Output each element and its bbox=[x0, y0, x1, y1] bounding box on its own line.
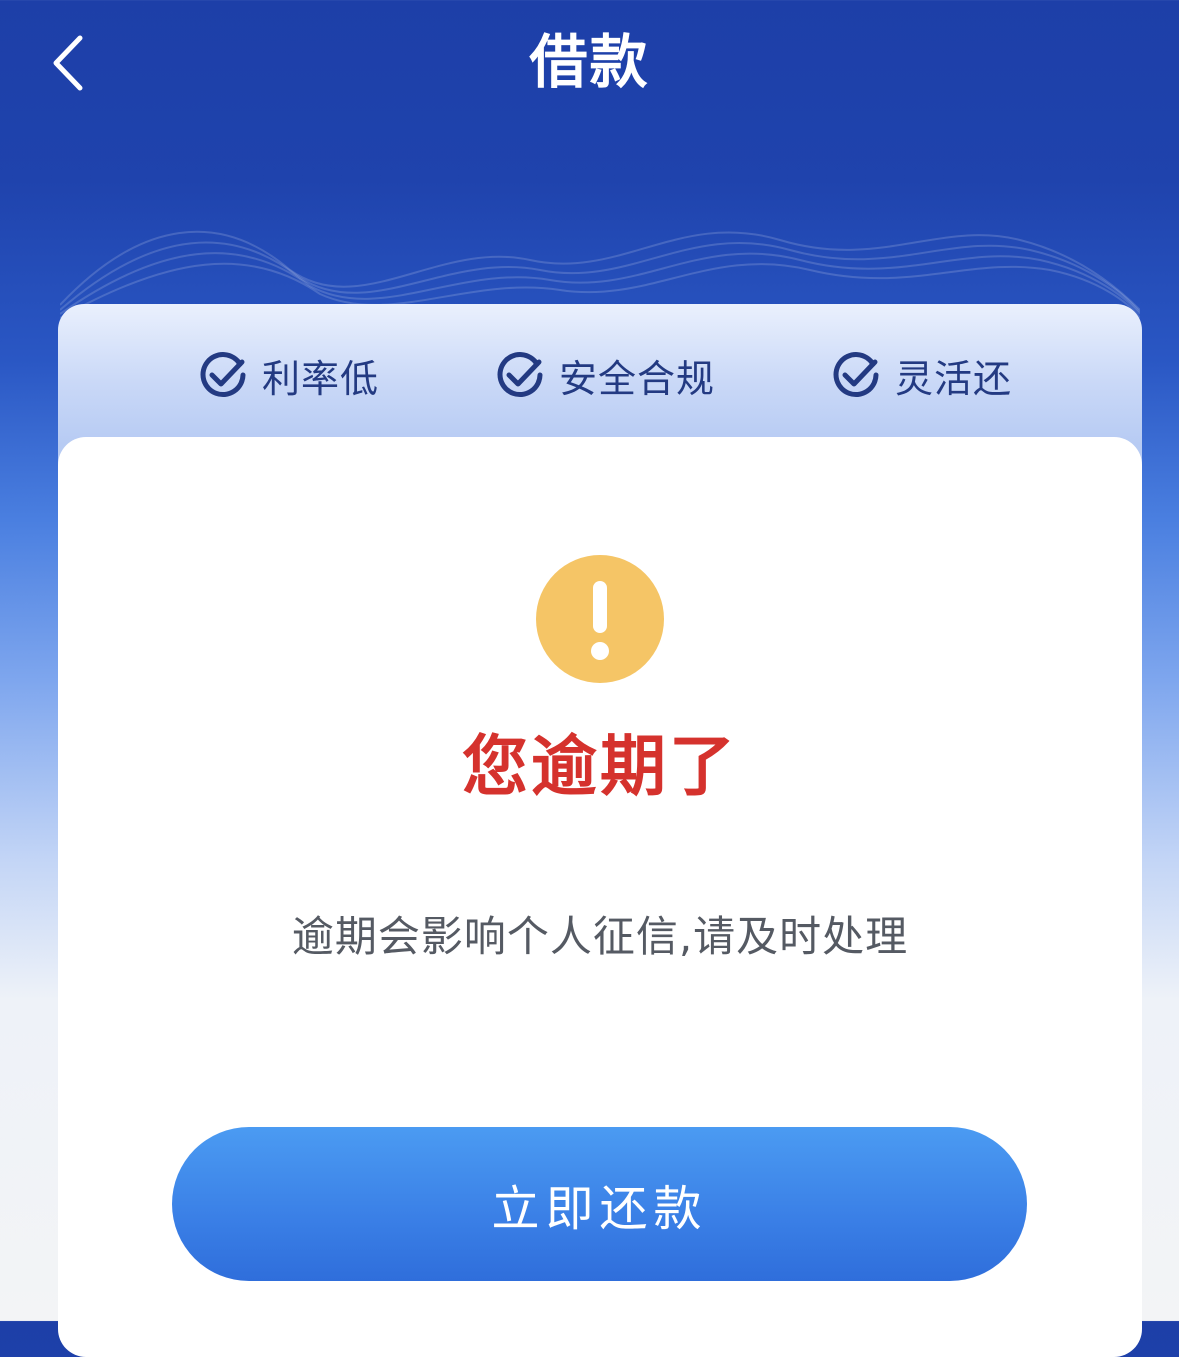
overdue-message: 逾期会影响个人征信,请及时处理 bbox=[291, 912, 909, 961]
overdue-title: 您逾期了 bbox=[462, 728, 738, 805]
page-title: 借款 bbox=[529, 28, 650, 96]
check-circle-icon bbox=[833, 352, 879, 397]
nav-bar: 借款 bbox=[0, 0, 1179, 130]
exclamation-circle-icon bbox=[536, 555, 664, 683]
check-circle-icon bbox=[497, 352, 543, 397]
decorative-waves bbox=[60, 230, 1140, 319]
check-circle-icon bbox=[200, 352, 246, 397]
benefit-item-compliance: 安全合规 bbox=[495, 350, 716, 401]
overdue-card: 您逾期了 逾期会影响个人征信,请及时处理 立即还款 bbox=[58, 437, 1142, 1357]
benefit-item-flexible: 灵活还 bbox=[831, 350, 1013, 401]
benefit-label: 利率低 bbox=[262, 356, 380, 401]
repay-now-button[interactable]: 立即还款 bbox=[172, 1127, 1027, 1281]
repay-now-label: 立即还款 bbox=[491, 1181, 708, 1237]
benefit-label: 安全合规 bbox=[559, 356, 716, 401]
benefit-item-low-rate: 利率低 bbox=[198, 350, 380, 401]
benefit-label: 灵活还 bbox=[895, 356, 1013, 401]
